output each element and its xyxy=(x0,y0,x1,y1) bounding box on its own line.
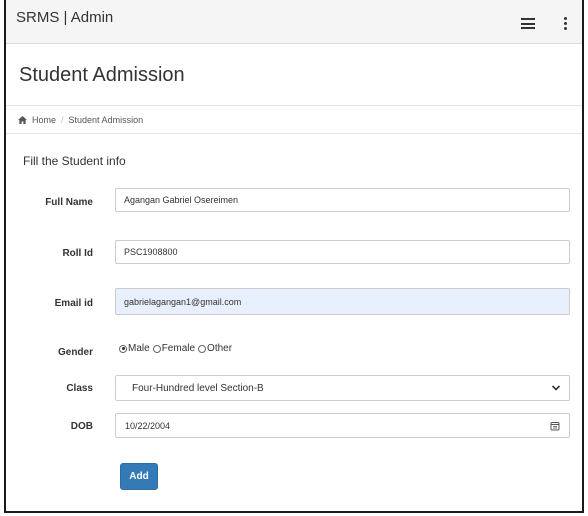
email-label: Email id xyxy=(54,298,93,309)
add-button[interactable]: Add xyxy=(120,463,158,490)
kebab-icon[interactable] xyxy=(564,17,568,31)
home-icon xyxy=(18,116,27,124)
chevron-down-icon xyxy=(551,385,561,391)
gender-radio-group: Male Female Other xyxy=(119,343,235,354)
gender-radio-male[interactable] xyxy=(119,344,127,353)
full-name-label: Full Name xyxy=(45,197,93,208)
calendar-icon[interactable] xyxy=(550,421,560,431)
top-navbar: SRMS | Admin xyxy=(6,0,582,44)
brand-title: SRMS | Admin xyxy=(16,9,114,26)
page-title: Student Admission xyxy=(19,64,185,86)
roll-id-input[interactable] xyxy=(115,240,570,264)
gender-label: Gender xyxy=(57,347,93,358)
form-section-title: Fill the Student info xyxy=(23,154,126,168)
full-name-input[interactable] xyxy=(115,188,570,212)
class-selected-value: Four-Hundred level Section-B xyxy=(132,383,264,394)
class-label: Class xyxy=(66,383,93,394)
breadcrumb-separator: / xyxy=(61,115,64,125)
gender-option-label: Other xyxy=(207,343,233,354)
gender-radio-other[interactable] xyxy=(198,344,207,353)
class-select[interactable]: Four-Hundred level Section-B xyxy=(115,375,570,401)
gender-option-label: Female xyxy=(161,343,196,354)
breadcrumb: Home / Student Admission xyxy=(6,106,582,134)
breadcrumb-current: Student Admission xyxy=(68,115,144,125)
dob-value: 10/22/2004 xyxy=(125,421,171,431)
dob-date-input[interactable]: 10/22/2004 xyxy=(115,413,570,438)
page-header: Student Admission xyxy=(6,44,582,106)
gender-option-label: Male xyxy=(128,343,150,354)
hamburger-icon[interactable] xyxy=(521,18,535,29)
gender-radio-female[interactable] xyxy=(152,344,161,353)
roll-id-label: Roll Id xyxy=(62,248,93,259)
admin-window: SRMS | Admin Student Admission Home / St… xyxy=(4,0,584,513)
breadcrumb-home-link[interactable]: Home xyxy=(32,115,56,125)
dob-label: DOB xyxy=(70,421,93,432)
email-input[interactable] xyxy=(115,288,570,315)
